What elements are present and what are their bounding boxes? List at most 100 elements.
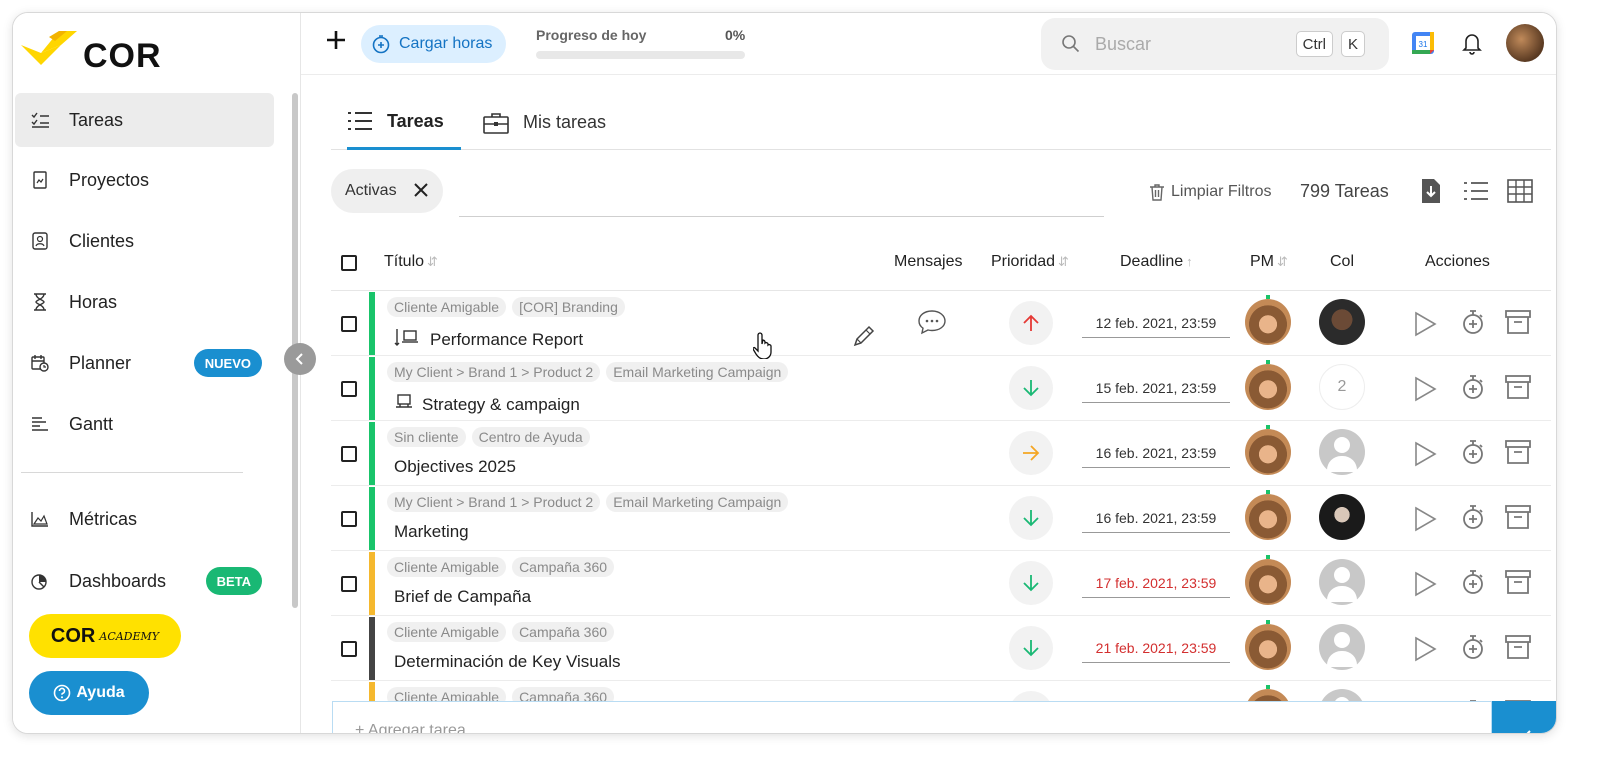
sidebar-item-tareas[interactable]: Tareas <box>15 93 274 147</box>
add-time-button[interactable] <box>1461 634 1485 667</box>
priority-button[interactable] <box>1009 301 1053 345</box>
priority-button[interactable] <box>1009 561 1053 605</box>
add-time-button[interactable] <box>1461 504 1485 537</box>
priority-button[interactable] <box>1009 366 1053 410</box>
task-title[interactable]: Performance Report <box>394 327 583 352</box>
priority-button[interactable] <box>1009 431 1053 475</box>
add-time-button[interactable] <box>1461 439 1485 472</box>
pm-avatar[interactable] <box>1245 364 1291 410</box>
breadcrumb-chip[interactable]: Cliente Amigable <box>387 297 507 317</box>
table-row[interactable]: My Client > Brand 1 > Product 2 Email Mar… <box>331 356 1551 421</box>
archive-button[interactable] <box>1505 310 1531 339</box>
start-timer-button[interactable] <box>1413 311 1437 342</box>
archive-button[interactable] <box>1505 635 1531 664</box>
breadcrumb-chip[interactable]: Cliente Amigable <box>387 622 507 642</box>
deadline-field[interactable]: 17 feb. 2021, 23:59 <box>1082 568 1230 598</box>
sidebar-item-planner[interactable]: Planner NUEVO <box>15 336 274 390</box>
table-row[interactable]: Cliente Amigable [COR] Branding Performan… <box>331 291 1551 356</box>
row-checkbox[interactable] <box>341 641 357 657</box>
pm-avatar[interactable] <box>1245 299 1291 345</box>
task-title[interactable]: Brief de Campaña <box>394 587 531 607</box>
deadline-field[interactable]: 15 feb. 2021, 23:59 <box>1082 373 1230 403</box>
row-checkbox[interactable] <box>341 381 357 397</box>
tab-tareas[interactable]: Tareas <box>347 95 461 150</box>
column-header-priority[interactable]: Prioridad ⇵ <box>991 253 1069 271</box>
archive-button[interactable] <box>1505 505 1531 534</box>
collaborator-avatar[interactable] <box>1319 624 1365 670</box>
task-title[interactable]: Determinación de Key Visuals <box>394 652 620 672</box>
create-button[interactable] <box>321 27 351 57</box>
deadline-field[interactable]: 21 feb. 2021, 23:59 <box>1082 633 1230 663</box>
table-row[interactable]: Cliente Amigable Campaña 360 Brief de Cam… <box>331 551 1551 616</box>
collaborator-avatar[interactable] <box>1319 299 1365 345</box>
grid-view-button[interactable] <box>1507 179 1533 208</box>
table-row[interactable]: My Client > Brand 1 > Product 2 Email Mar… <box>331 486 1551 551</box>
table-row[interactable]: Cliente Amigable Campaña 360 Determinació… <box>331 616 1551 681</box>
edit-title-button[interactable] <box>851 323 877 354</box>
add-time-button[interactable] <box>1461 374 1485 407</box>
user-avatar[interactable] <box>1506 24 1544 62</box>
collaborator-avatar[interactable] <box>1319 494 1365 540</box>
row-checkbox[interactable] <box>341 511 357 527</box>
sidebar-item-dashboards[interactable]: Dashboards BETA <box>15 554 274 608</box>
download-button[interactable] <box>1421 178 1441 209</box>
pm-avatar[interactable] <box>1245 624 1291 670</box>
add-time-button[interactable] <box>1461 569 1485 602</box>
list-view-button[interactable] <box>1463 180 1489 207</box>
start-timer-button[interactable] <box>1413 636 1437 667</box>
sidebar-item-clientes[interactable]: Clientes <box>15 214 274 268</box>
deadline-field[interactable]: 12 feb. 2021, 23:59 <box>1082 308 1230 338</box>
confirm-add-button[interactable] <box>1492 701 1556 733</box>
messages-button[interactable] <box>917 309 947 340</box>
row-checkbox[interactable] <box>341 316 357 332</box>
breadcrumb-chip[interactable]: Email Marketing Campaign <box>606 362 789 382</box>
archive-button[interactable] <box>1505 570 1531 599</box>
add-task-bar[interactable]: + Agregar tarea <box>332 701 1492 733</box>
notifications-button[interactable] <box>1461 31 1483 60</box>
pm-avatar[interactable] <box>1245 559 1291 605</box>
pm-avatar[interactable] <box>1245 429 1291 475</box>
sidebar-item-gantt[interactable]: Gantt <box>15 397 274 451</box>
filter-chip-activas[interactable]: Activas <box>331 169 443 213</box>
sidebar-item-horas[interactable]: Horas <box>15 275 274 329</box>
search-box[interactable]: Buscar Ctrl K <box>1041 18 1389 70</box>
sidebar-item-metricas[interactable]: Métricas <box>15 492 274 546</box>
start-timer-button[interactable] <box>1413 441 1437 472</box>
column-header-pm[interactable]: PM ⇵ <box>1250 253 1288 271</box>
google-calendar-button[interactable]: 31 <box>1411 31 1435 60</box>
cor-logo[interactable]: COR <box>19 27 179 75</box>
task-title[interactable]: Strategy & campaign <box>394 392 580 417</box>
task-title[interactable]: Marketing <box>394 522 469 542</box>
breadcrumb-chip[interactable]: Campaña 360 <box>512 557 615 577</box>
archive-button[interactable] <box>1505 375 1531 404</box>
deadline-field[interactable]: 16 feb. 2021, 23:59 <box>1082 503 1230 533</box>
row-checkbox[interactable] <box>341 576 357 592</box>
help-button[interactable]: Ayuda <box>29 671 149 715</box>
select-all-checkbox[interactable] <box>341 255 357 271</box>
clear-filters-button[interactable]: Limpiar Filtros <box>1149 183 1271 201</box>
row-checkbox[interactable] <box>341 446 357 462</box>
priority-button[interactable] <box>1009 496 1053 540</box>
add-time-button[interactable] <box>1461 309 1485 342</box>
breadcrumb-chip[interactable]: Email Marketing Campaign <box>606 492 789 512</box>
breadcrumb-chip[interactable]: Cliente Amigable <box>387 557 507 577</box>
tab-mis-tareas[interactable]: Mis tareas <box>483 95 606 150</box>
breadcrumb-chip[interactable]: Centro de Ayuda <box>471 427 590 447</box>
pm-avatar[interactable] <box>1245 494 1291 540</box>
breadcrumb-chip[interactable]: My Client > Brand 1 > Product 2 <box>387 492 601 512</box>
start-timer-button[interactable] <box>1413 506 1437 537</box>
collapse-sidebar-button[interactable] <box>284 343 316 375</box>
column-header-title[interactable]: Título ⇵ <box>384 253 438 271</box>
priority-button[interactable] <box>1009 626 1053 670</box>
deadline-field[interactable]: 16 feb. 2021, 23:59 <box>1082 438 1230 468</box>
cor-academy-button[interactable]: COR ACADEMY <box>29 614 181 658</box>
collaborator-avatar[interactable] <box>1319 559 1365 605</box>
breadcrumb-chip[interactable]: Campaña 360 <box>512 622 615 642</box>
cargar-horas-button[interactable]: Cargar horas <box>361 25 507 63</box>
filter-input-line[interactable] <box>459 216 1104 217</box>
remove-filter-button[interactable] <box>413 178 429 204</box>
start-timer-button[interactable] <box>1413 376 1437 407</box>
column-header-deadline[interactable]: Deadline ↑ <box>1120 253 1193 271</box>
breadcrumb-chip[interactable]: Sin cliente <box>387 427 466 447</box>
search-input[interactable]: Buscar <box>1095 34 1296 55</box>
